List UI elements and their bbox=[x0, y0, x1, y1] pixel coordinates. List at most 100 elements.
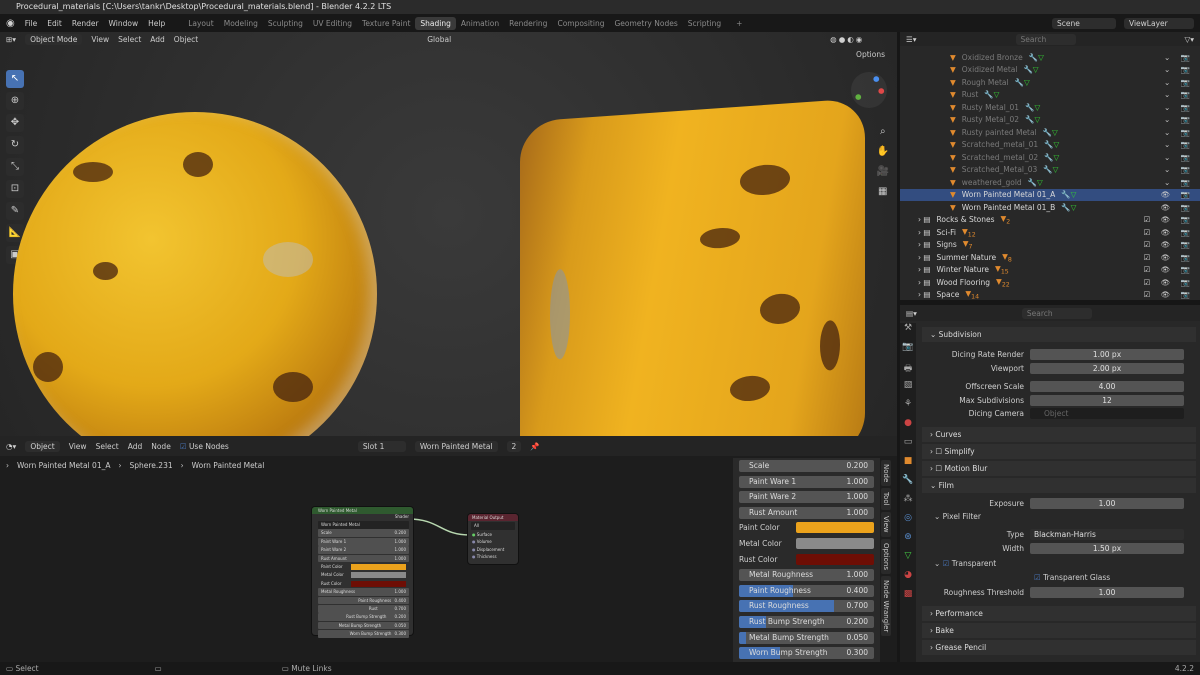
outliner-item[interactable]: ▼ Oxidized Metal 🔧▽ ⌄ 📷 bbox=[900, 64, 1200, 77]
sidebar-tab-options[interactable]: Options bbox=[881, 538, 891, 574]
color-field[interactable]: Rust Color bbox=[739, 553, 874, 566]
panel-grease-pencil[interactable]: › Grease Pencil bbox=[922, 639, 1196, 655]
visibility-icons[interactable]: ⌄ 📷 bbox=[1164, 140, 1194, 149]
value-field[interactable]: Paint Ware 1 1.000 bbox=[318, 537, 409, 546]
menu-view[interactable]: View bbox=[91, 35, 109, 44]
sphere-object[interactable] bbox=[13, 112, 377, 436]
navigation-gizmo[interactable]: ● ● ● bbox=[851, 72, 887, 108]
dicing-rate-render-field[interactable]: 1.00 px bbox=[1030, 349, 1184, 361]
scene-tab-icon[interactable]: ⚘ bbox=[900, 399, 916, 418]
value-field[interactable]: Paint Roughness 0.400 bbox=[318, 596, 409, 605]
color-swatch[interactable] bbox=[351, 572, 406, 579]
value-field[interactable]: Paint Ware 2 1.000 bbox=[739, 491, 874, 504]
visibility-icons[interactable]: 👁 📷 bbox=[1161, 203, 1194, 212]
subpanel-pixel-filter[interactable]: ⌄ Pixel Filter bbox=[900, 510, 1200, 524]
dicing-viewport-field[interactable]: 2.00 px bbox=[1030, 362, 1184, 374]
visibility-icons[interactable]: ⌄ 📷 bbox=[1164, 78, 1194, 87]
add-workspace-icon[interactable]: + bbox=[736, 19, 742, 28]
visibility-icons[interactable]: ⌄ 📷 bbox=[1164, 115, 1194, 124]
particles-tab-icon[interactable]: ⁂ bbox=[900, 494, 916, 513]
input-socket[interactable]: ● Volume bbox=[472, 538, 518, 546]
value-field[interactable]: Rust Bump Strength 0.200 bbox=[318, 613, 409, 622]
value-field[interactable]: Rust Roughness0.700 bbox=[318, 604, 409, 619]
output-tab-icon[interactable]: 🖶 bbox=[900, 361, 916, 380]
workspace-tab-rendering[interactable]: Rendering bbox=[504, 17, 552, 30]
visibility-icons[interactable]: ⌄ 📷 bbox=[1164, 165, 1194, 174]
tool-tab-icon[interactable]: ⚒ bbox=[900, 323, 916, 342]
camera-icon[interactable]: 🎥 bbox=[877, 162, 889, 182]
panel-film[interactable]: ⌄ Film bbox=[922, 477, 1196, 493]
sidebar-tab-tool[interactable]: Tool bbox=[881, 488, 891, 510]
panel-subdivision[interactable]: ⌄ Subdivision bbox=[922, 327, 1196, 342]
properties-search[interactable]: Search bbox=[1021, 307, 1092, 319]
editor-type-icon[interactable]: ▤▾ bbox=[906, 309, 917, 318]
shading-modes[interactable]: ◍●◐◉ bbox=[830, 35, 864, 44]
panel-performance[interactable]: › Performance bbox=[922, 605, 1196, 621]
outliner-search[interactable]: Search bbox=[1015, 33, 1076, 45]
workspace-tab-scripting[interactable]: Scripting bbox=[683, 17, 726, 30]
color-swatch[interactable] bbox=[351, 580, 406, 587]
world-tab-icon[interactable]: ● bbox=[900, 418, 916, 437]
value-field[interactable]: Paint Roughness 0.400 bbox=[739, 584, 874, 597]
workspace-tab-geometry-nodes[interactable]: Geometry Nodes bbox=[609, 17, 682, 30]
workspace-tab-texture-paint[interactable]: Texture Paint bbox=[357, 17, 415, 30]
input-socket[interactable]: ● Surface bbox=[472, 531, 518, 539]
node-color-socket[interactable]: Rust Color bbox=[318, 580, 409, 588]
cursor-tool-icon[interactable]: ⊕ bbox=[6, 92, 24, 110]
collection-toggles[interactable]: ☑ 👁 📷 bbox=[1144, 253, 1194, 262]
filter-width-field[interactable]: 1.50 px bbox=[1030, 542, 1184, 554]
color-field[interactable]: Metal Color bbox=[739, 537, 874, 550]
value-field[interactable]: Worn Bump Strength 0.300 bbox=[318, 630, 409, 638]
outliner-collection[interactable]: › ▤ Wood Flooring ▼22 ☑ 👁 📷 bbox=[900, 276, 1200, 289]
node-datablock[interactable]: Worn Painted Metal bbox=[318, 521, 409, 529]
target-selector[interactable]: All bbox=[471, 522, 515, 530]
workspace-tab-shading[interactable]: Shading bbox=[415, 16, 456, 30]
workspace-tab-sculpting[interactable]: Sculpting bbox=[263, 17, 308, 30]
menu-object[interactable]: Object bbox=[174, 35, 198, 44]
offscreen-scale-field[interactable]: 4.00 bbox=[1030, 381, 1184, 393]
visibility-icons[interactable]: ⌄ 📷 bbox=[1164, 153, 1194, 162]
value-field[interactable]: Worn Bump Strength 0.300 bbox=[739, 647, 874, 660]
max-subdivisions-field[interactable]: 12 bbox=[1030, 394, 1184, 406]
value-field[interactable]: Rust Amount 1.000 bbox=[739, 506, 874, 519]
workspace-tab-modeling[interactable]: Modeling bbox=[219, 17, 263, 30]
value-field[interactable]: Metal Roughness 1.000 bbox=[739, 569, 874, 582]
value-field[interactable]: Rust Amount 1.000 bbox=[318, 554, 409, 563]
collection-toggles[interactable]: ☑ 👁 📷 bbox=[1144, 265, 1194, 274]
value-field[interactable]: Rust Roughness0.700 bbox=[739, 600, 874, 613]
constraints-tab-icon[interactable]: ⊛ bbox=[900, 532, 916, 551]
color-swatch[interactable] bbox=[351, 563, 406, 570]
object-tab-icon[interactable]: ■ bbox=[900, 456, 916, 475]
outliner-item[interactable]: ▼ Rust 🔧▽ ⌄ 📷 bbox=[900, 89, 1200, 102]
annotate-tool-icon[interactable]: ✎ bbox=[6, 202, 24, 220]
menu-render[interactable]: Render bbox=[72, 19, 99, 28]
view-layer-tab-icon[interactable]: ▧ bbox=[900, 380, 916, 399]
input-socket[interactable]: ● Displacement bbox=[472, 546, 518, 554]
outliner-item[interactable]: ▼ Rusty painted Metal 🔧▽ ⌄ 📷 bbox=[900, 126, 1200, 139]
rotate-tool-icon[interactable]: ↻ bbox=[6, 136, 24, 154]
mode-selector[interactable]: Object Mode bbox=[25, 33, 83, 45]
menu-file[interactable]: File bbox=[25, 19, 38, 28]
material-output-node[interactable]: Material Output All ● Surface ● Volume ● D… bbox=[468, 514, 518, 564]
roughness-threshold-field[interactable]: 1.00 bbox=[1030, 587, 1184, 599]
outliner-item[interactable]: ▼ Rusty Metal_01 🔧▽ ⌄ 📷 bbox=[900, 101, 1200, 114]
workspace-tab-layout[interactable]: Layout bbox=[183, 17, 219, 30]
menu-edit[interactable]: Edit bbox=[47, 19, 62, 28]
pan-hand-icon[interactable]: ✋ bbox=[877, 142, 889, 162]
material-tab-icon[interactable]: ◕ bbox=[900, 570, 916, 589]
group-node-worn-painted-metal[interactable]: Worn Painted Metal Shader Worn Painted M… bbox=[312, 507, 413, 638]
value-field[interactable]: Paint Ware 2 1.000 bbox=[318, 546, 409, 554]
outliner-item[interactable]: ▼ Worn Painted Metal 01_B 🔧▽ 👁 📷 bbox=[900, 201, 1200, 214]
display-mode-icon[interactable]: ☰▾ bbox=[906, 35, 917, 44]
transparent-glass-checkbox[interactable]: ☑ Transparent Glass bbox=[900, 573, 1200, 586]
outliner-item[interactable]: ▼ Scratched_metal_01 🔧▽ ⌄ 📷 bbox=[900, 139, 1200, 152]
menu-add[interactable]: Add bbox=[150, 35, 165, 44]
3d-viewport[interactable]: ⊞▾ Object Mode View Select Add Object Gl… bbox=[0, 32, 897, 436]
render-tab-icon[interactable]: 📷 bbox=[900, 342, 916, 361]
cube-object[interactable] bbox=[520, 97, 865, 436]
sidebar-tab-node[interactable]: Node bbox=[881, 460, 891, 487]
outliner-item[interactable]: ▼ Rough Metal 🔧▽ ⌄ 📷 bbox=[900, 76, 1200, 89]
scene-selector[interactable]: Scene bbox=[1052, 17, 1116, 29]
panel-simplify[interactable]: › ☐ Simplify bbox=[922, 443, 1196, 459]
outliner-collection[interactable]: › ▤ Sci-Fi ▼12 ☑ 👁 📷 bbox=[900, 226, 1200, 239]
